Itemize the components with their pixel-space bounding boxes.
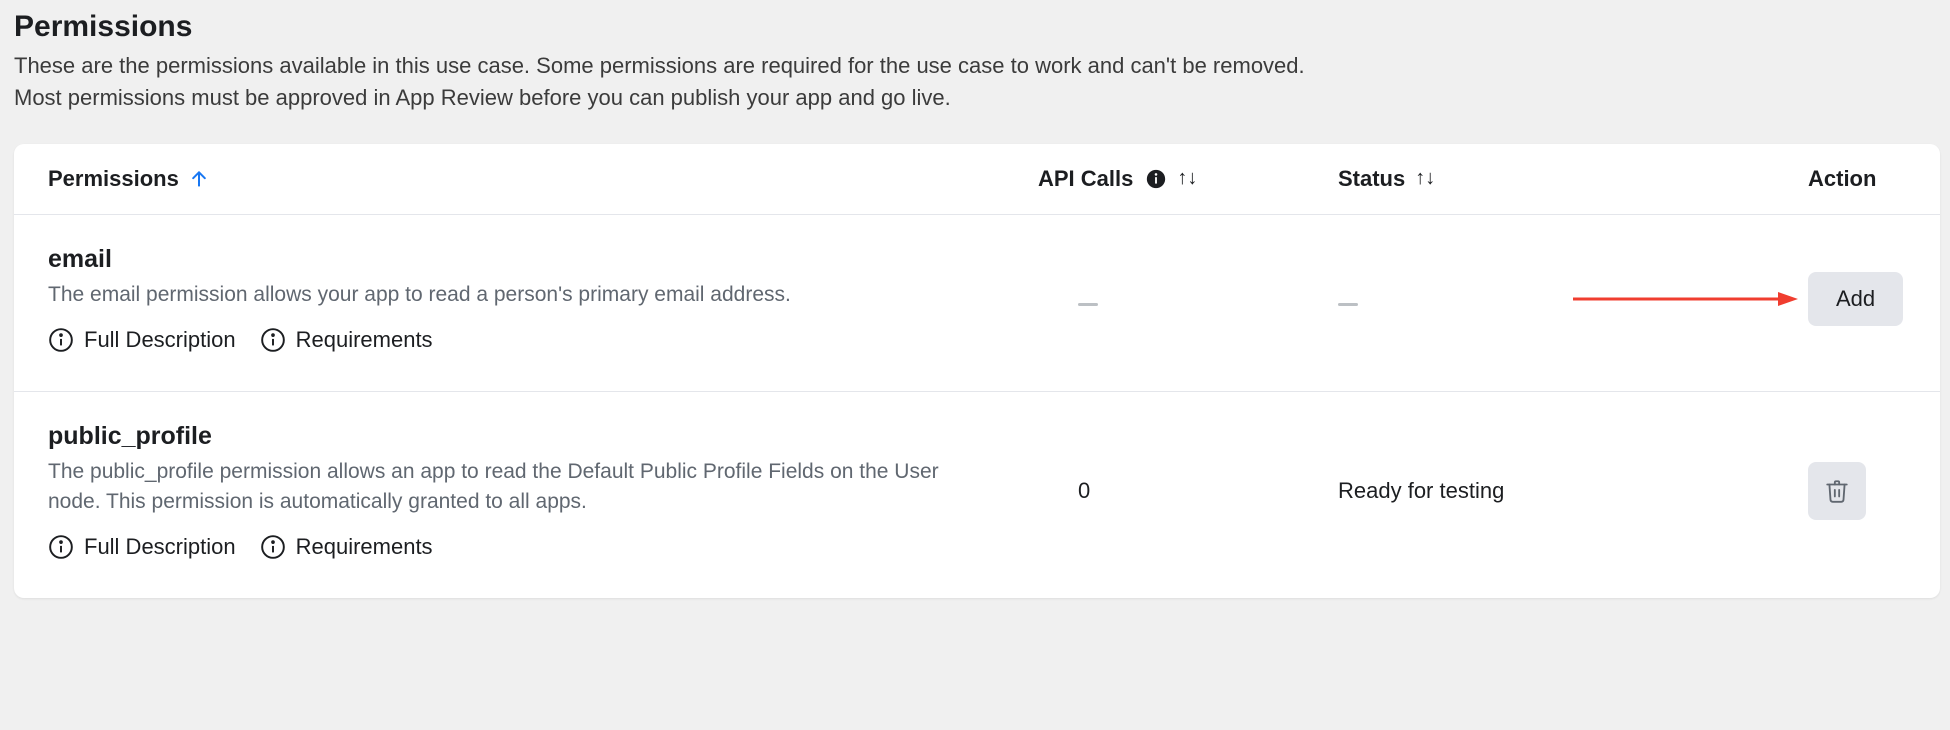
info-outline-icon [48, 327, 74, 353]
info-outline-icon [260, 534, 286, 560]
full-description-link[interactable]: Full Description [48, 327, 236, 353]
page-description-line1: These are the permissions available in t… [14, 53, 1305, 78]
arrow-up-icon [189, 169, 209, 189]
page-description: These are the permissions available in t… [14, 50, 1940, 114]
status-cell: Ready for testing [1338, 478, 1808, 504]
delete-button[interactable] [1808, 462, 1866, 520]
permission-description: The email permission allows your app to … [48, 280, 968, 309]
page-header: Permissions These are the permissions av… [14, 10, 1940, 114]
status-cell [1338, 286, 1808, 312]
column-header-status-label: Status [1338, 166, 1405, 192]
empty-dash [1078, 303, 1098, 306]
full-description-link[interactable]: Full Description [48, 534, 236, 560]
column-header-action: Action [1808, 166, 1906, 192]
info-icon[interactable] [1145, 168, 1167, 190]
requirements-link[interactable]: Requirements [260, 327, 433, 353]
info-outline-icon [48, 534, 74, 560]
api-calls-cell [1038, 286, 1338, 312]
requirements-label: Requirements [296, 327, 433, 353]
permission-description: The public_profile permission allows an … [48, 457, 968, 516]
api-calls-cell: 0 [1038, 478, 1338, 504]
permission-name: email [48, 245, 1038, 274]
permission-cell: public_profile The public_profile permis… [48, 422, 1038, 560]
table-row: email The email permission allows your a… [14, 215, 1940, 392]
permission-cell: email The email permission allows your a… [48, 245, 1038, 353]
page-title: Permissions [14, 10, 1940, 44]
empty-dash [1338, 303, 1358, 306]
column-header-api-calls[interactable]: API Calls ↑↓ [1038, 166, 1338, 192]
table-row: public_profile The public_profile permis… [14, 392, 1940, 598]
page-description-line2: Most permissions must be approved in App… [14, 85, 951, 110]
action-cell: Add [1808, 272, 1906, 326]
permissions-table: Permissions API Calls ↑↓ Status ↑↓ Actio… [14, 144, 1940, 598]
full-description-label: Full Description [84, 534, 236, 560]
column-header-api-calls-label: API Calls [1038, 166, 1133, 192]
info-outline-icon [260, 327, 286, 353]
table-header-row: Permissions API Calls ↑↓ Status ↑↓ Actio… [14, 144, 1940, 215]
column-header-permissions-label: Permissions [48, 166, 179, 192]
trash-icon [1824, 477, 1850, 505]
column-header-permissions[interactable]: Permissions [48, 166, 1038, 192]
permission-name: public_profile [48, 422, 1038, 451]
add-button[interactable]: Add [1808, 272, 1903, 326]
sort-icon: ↑↓ [1177, 167, 1197, 190]
requirements-link[interactable]: Requirements [260, 534, 433, 560]
permission-links: Full Description Requirements [48, 327, 1038, 353]
permission-links: Full Description Requirements [48, 534, 1038, 560]
column-header-action-label: Action [1808, 166, 1876, 192]
action-cell [1808, 462, 1906, 520]
requirements-label: Requirements [296, 534, 433, 560]
sort-icon: ↑↓ [1415, 167, 1435, 190]
full-description-label: Full Description [84, 327, 236, 353]
column-header-status[interactable]: Status ↑↓ [1338, 166, 1808, 192]
